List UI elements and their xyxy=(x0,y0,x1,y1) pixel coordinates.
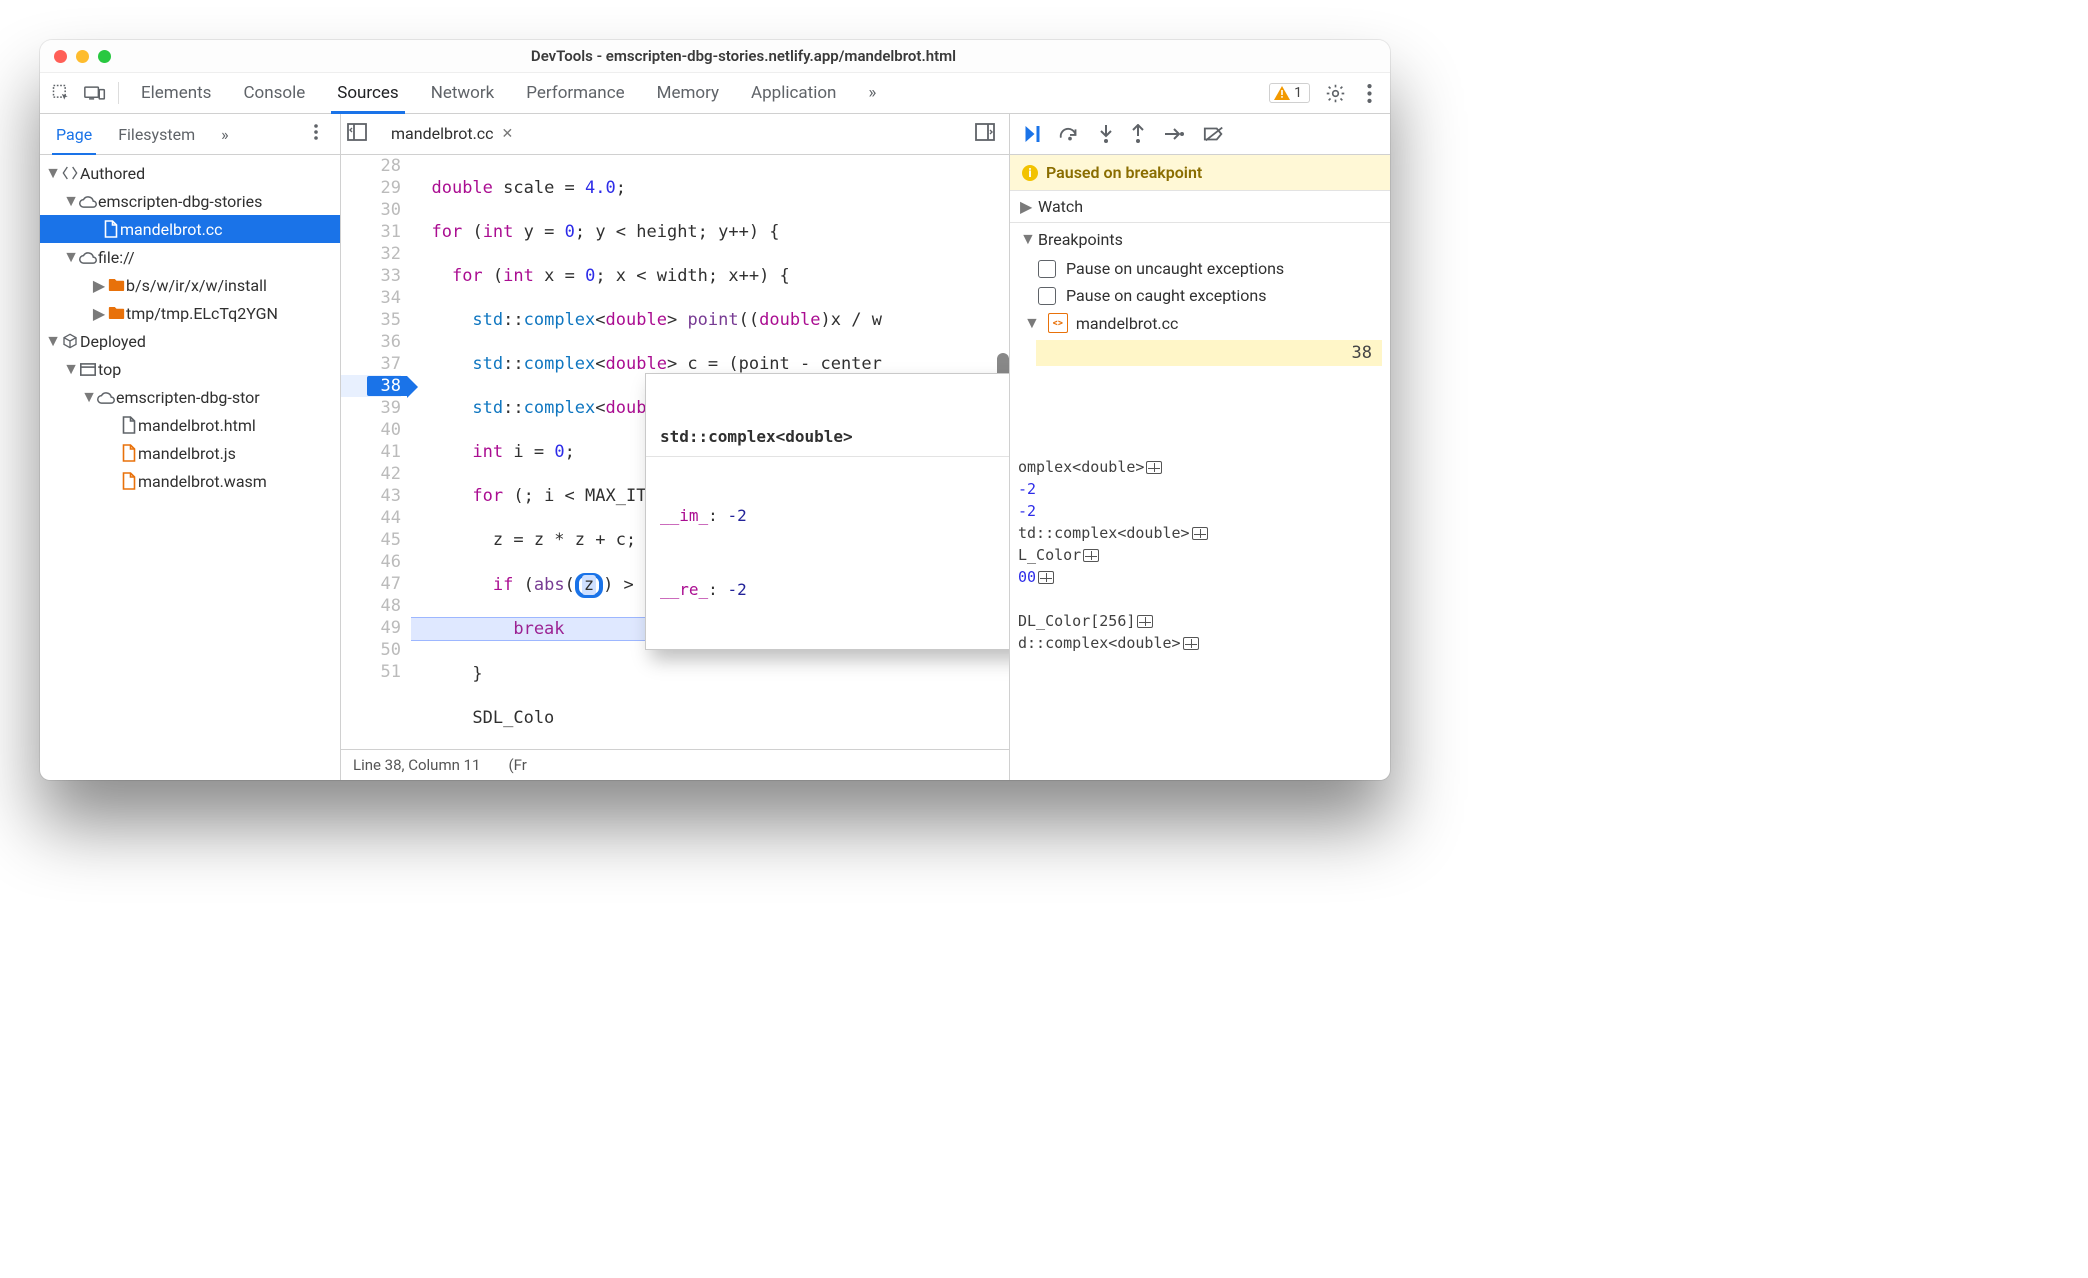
window-controls xyxy=(54,50,111,63)
section-watch[interactable]: ▶Watch xyxy=(1010,190,1390,222)
hover-type: std::complex<double> xyxy=(646,418,1009,457)
devtools-window: DevTools - emscripten-dbg-stories.netlif… xyxy=(40,40,1390,780)
tree-deployed[interactable]: ▼Deployed xyxy=(40,327,340,355)
info-icon: i xyxy=(1022,165,1038,181)
gutter[interactable]: 28293031323334353637 38 3940414243444546… xyxy=(341,155,411,749)
deactivate-breakpoints-icon[interactable] xyxy=(1203,125,1225,143)
hover-row: __im_: -2 xyxy=(646,501,1009,531)
tab-elements[interactable]: Elements xyxy=(125,73,227,113)
hovered-token-z[interactable]: z xyxy=(575,573,603,598)
tab-application[interactable]: Application xyxy=(735,73,852,113)
tab-console[interactable]: Console xyxy=(227,73,321,113)
titlebar: DevTools - emscripten-dbg-stories.netlif… xyxy=(40,40,1390,73)
divider xyxy=(118,82,119,104)
minimize-window-button[interactable] xyxy=(76,50,89,63)
device-icon[interactable] xyxy=(78,83,112,103)
hover-tooltip: std::complex<double> __im_: -2 __re_: -2 xyxy=(645,373,1009,650)
paused-text: Paused on breakpoint xyxy=(1046,163,1202,182)
nav-tab-filesystem[interactable]: Filesystem xyxy=(108,114,205,154)
section-breakpoints: ▼Breakpoints Pause on uncaught exception… xyxy=(1010,222,1390,366)
warnings-count: 1 xyxy=(1294,85,1302,101)
breakpoint-gutter-38[interactable]: 38 xyxy=(341,375,401,397)
debugger: i Paused on breakpoint ▶Watch ▼Breakpoin… xyxy=(1010,114,1390,780)
tree-file-js[interactable]: mandelbrot.js xyxy=(40,439,340,467)
tree-authored[interactable]: ▼Authored xyxy=(40,159,340,187)
tree-folder-install[interactable]: ▶b/s/w/ir/x/w/install xyxy=(40,271,340,299)
breakpoint-file[interactable]: ▼<>mandelbrot.cc xyxy=(1010,309,1390,337)
inspect-icon[interactable] xyxy=(44,83,78,103)
tree-file-mandelbrot-cc[interactable]: mandelbrot.cc xyxy=(40,215,340,243)
breakpoints-header[interactable]: ▼Breakpoints xyxy=(1010,223,1390,255)
step-into-icon[interactable] xyxy=(1099,124,1113,144)
hover-row: __re_: -2 xyxy=(646,575,1009,605)
toggle-debugger-icon[interactable] xyxy=(975,123,1003,145)
step-out-icon[interactable] xyxy=(1131,124,1145,144)
tab-network[interactable]: Network xyxy=(415,73,511,113)
tree-domain-deployed[interactable]: ▼emscripten-dbg-stor xyxy=(40,383,340,411)
settings-icon[interactable] xyxy=(1318,83,1352,104)
navigator: Page Filesystem » ▼Authored ▼emscripten-… xyxy=(40,114,341,780)
file-tree[interactable]: ▼Authored ▼emscripten-dbg-stories mandel… xyxy=(40,155,340,780)
step-over-icon[interactable] xyxy=(1059,126,1081,142)
tree-folder-tmp[interactable]: ▶tmp/tmp.ELcTq2YGN xyxy=(40,299,340,327)
pause-caught-checkbox[interactable]: Pause on caught exceptions xyxy=(1010,282,1390,309)
code-area[interactable]: double scale = 4.0; for (int y = 0; y < … xyxy=(411,155,1009,749)
tab-sources[interactable]: Sources xyxy=(321,73,414,113)
memory-icon[interactable] xyxy=(1038,571,1054,584)
nav-tab-page[interactable]: Page xyxy=(46,114,102,154)
kebab-icon[interactable] xyxy=(1352,84,1386,103)
close-window-button[interactable] xyxy=(54,50,67,63)
tabs-overflow[interactable]: » xyxy=(852,73,892,113)
memory-icon[interactable] xyxy=(1183,637,1199,650)
zoom-window-button[interactable] xyxy=(98,50,111,63)
memory-icon[interactable] xyxy=(1192,527,1208,540)
memory-icon[interactable] xyxy=(1083,549,1099,562)
cursor-position: Line 38, Column 11 xyxy=(353,756,480,774)
status-extra: (Fr xyxy=(508,756,526,774)
tree-top[interactable]: ▼top xyxy=(40,355,340,383)
nav-tabs-overflow[interactable]: » xyxy=(211,114,239,154)
columns: Page Filesystem » ▼Authored ▼emscripten-… xyxy=(40,114,1390,780)
scope-values: omplex<double> -2 -2 td::complex<double>… xyxy=(1010,366,1390,654)
editor-body[interactable]: 28293031323334353637 38 3940414243444546… xyxy=(341,155,1009,749)
memory-icon[interactable] xyxy=(1137,615,1153,628)
tree-file-proto[interactable]: ▼file:// xyxy=(40,243,340,271)
tree-file-html[interactable]: mandelbrot.html xyxy=(40,411,340,439)
window-title: DevTools - emscripten-dbg-stories.netlif… xyxy=(111,47,1376,65)
tab-memory[interactable]: Memory xyxy=(641,73,735,113)
tab-performance[interactable]: Performance xyxy=(510,73,640,113)
warnings-badge[interactable]: 1 xyxy=(1269,83,1310,103)
tree-domain-authored[interactable]: ▼emscripten-dbg-stories xyxy=(40,187,340,215)
editor-tabs: mandelbrot.cc ✕ xyxy=(341,114,1009,155)
editor: mandelbrot.cc ✕ 28293031323334353637 38 … xyxy=(341,114,1010,780)
nav-kebab-icon[interactable] xyxy=(314,124,334,144)
tree-file-wasm[interactable]: mandelbrot.wasm xyxy=(40,467,340,495)
source-file-icon: <> xyxy=(1048,313,1068,333)
breakpoint-line[interactable]: 38 xyxy=(1036,340,1382,366)
toggle-navigator-icon[interactable] xyxy=(347,123,375,145)
navigator-tabs: Page Filesystem » xyxy=(40,114,340,155)
pause-uncaught-checkbox[interactable]: Pause on uncaught exceptions xyxy=(1010,255,1390,282)
editor-tab-mandelbrot[interactable]: mandelbrot.cc ✕ xyxy=(383,114,521,155)
main-tabs: Elements Console Sources Network Perform… xyxy=(40,73,1390,114)
memory-icon[interactable] xyxy=(1146,461,1162,474)
status-bar: Line 38, Column 11 (Fr xyxy=(341,749,1009,780)
close-tab-icon[interactable]: ✕ xyxy=(502,126,514,142)
step-icon[interactable] xyxy=(1163,127,1185,141)
paused-banner: i Paused on breakpoint xyxy=(1010,155,1390,190)
editor-tab-label: mandelbrot.cc xyxy=(391,124,494,143)
resume-icon[interactable] xyxy=(1024,125,1041,143)
debugger-toolbar xyxy=(1010,114,1390,155)
